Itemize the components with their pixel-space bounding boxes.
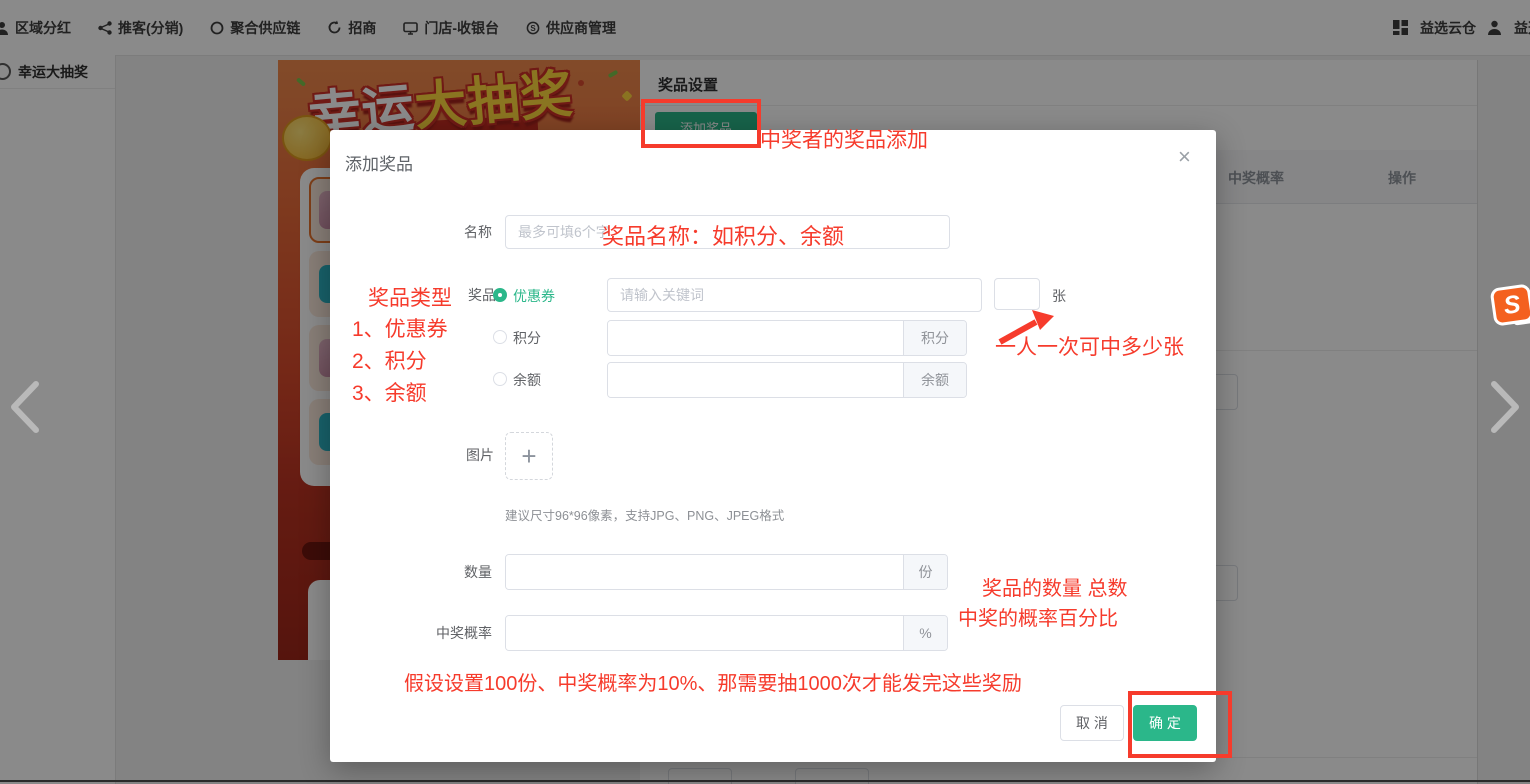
quantity-suffix: 份 — [903, 555, 947, 589]
cancel-button[interactable]: 取 消 — [1060, 705, 1124, 741]
chevron-right-icon — [1488, 380, 1522, 434]
probability-input[interactable] — [506, 616, 903, 650]
quantity-field-label: 数量 — [330, 555, 492, 589]
annotation-rect-add-button — [641, 99, 761, 148]
points-input[interactable] — [608, 321, 903, 355]
points-input-group: 积分 — [607, 320, 967, 356]
annotation-rect-confirm-button — [1128, 691, 1232, 758]
balance-input-group: 余额 — [607, 362, 967, 398]
probability-input-group: % — [505, 615, 948, 651]
image-field-label: 图片 — [330, 438, 494, 472]
name-field-label: 名称 — [330, 215, 492, 249]
points-suffix: 积分 — [903, 321, 966, 355]
annotation-type-title: 奖品类型 — [368, 282, 452, 312]
prev-arrow-button[interactable] — [8, 380, 42, 439]
probability-field-label: 中奖概率 — [330, 616, 492, 650]
annotation-type-option-2: 2、积分 — [352, 345, 427, 375]
coupon-keyword-input[interactable] — [607, 278, 982, 312]
annotation-name-note: 奖品名称：如积分、余额 — [602, 219, 844, 251]
annotation-probability-note: 中奖的概率百分比 — [958, 602, 1118, 631]
plus-icon: + — [521, 441, 536, 472]
annotation-bottom-note: 假设设置100份、中奖概率为10%、那需要抽1000次才能发完这些奖励 — [404, 667, 1022, 696]
radio-points[interactable] — [493, 330, 507, 344]
modal-title: 添加奖品 — [345, 150, 413, 175]
close-icon[interactable]: × — [1178, 146, 1191, 168]
image-hint-text: 建议尺寸96*96像素，支持JPG、PNG、JPEG格式 — [505, 505, 784, 524]
radio-coupon-label[interactable]: 优惠券 — [513, 286, 555, 306]
annotation-quantity-note: 奖品的数量 总数 — [982, 572, 1128, 601]
balance-suffix: 余额 — [903, 363, 966, 397]
chevron-left-icon — [8, 380, 42, 434]
coupon-unit-label: 张 — [1052, 286, 1066, 306]
quantity-input-group: 份 — [505, 554, 948, 590]
quantity-input[interactable] — [506, 555, 903, 589]
probability-suffix: % — [903, 616, 947, 650]
radio-coupon[interactable] — [493, 288, 507, 302]
annotation-unit-note: 一人一次可中多少张 — [995, 331, 1184, 361]
annotation-type-option-1: 1、优惠券 — [352, 313, 448, 343]
annotation-add-note: 中奖者的奖品添加 — [760, 124, 928, 154]
screenshot-tool-badge[interactable]: S — [1490, 283, 1530, 326]
annotation-type-option-3: 3、余额 — [352, 377, 427, 407]
image-upload-box[interactable]: + — [505, 432, 553, 480]
balance-input[interactable] — [608, 363, 903, 397]
next-arrow-button[interactable] — [1488, 380, 1522, 439]
app-window: 区域分红 推客(分销) 聚合供应链 招商 门店-收银台 S 供应商管理 — [0, 0, 1530, 784]
radio-balance[interactable] — [493, 372, 507, 386]
radio-balance-label[interactable]: 余额 — [513, 370, 541, 390]
radio-points-label[interactable]: 积分 — [513, 328, 541, 348]
